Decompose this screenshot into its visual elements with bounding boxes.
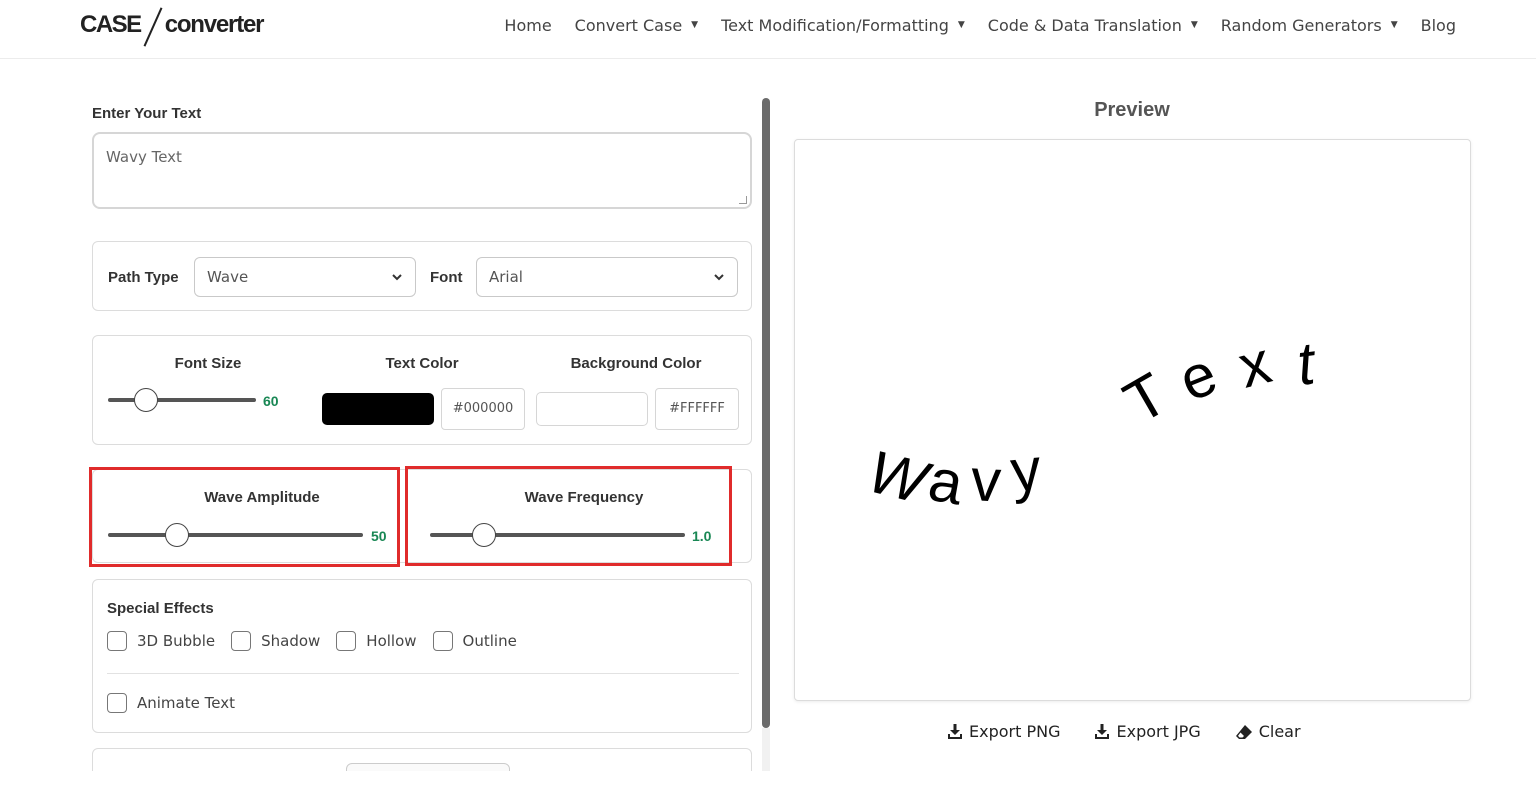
preview-canvas: WavyText xyxy=(794,139,1471,701)
generate-button[interactable] xyxy=(346,763,510,771)
bottom-card xyxy=(92,748,752,771)
effect-label: Shadow xyxy=(261,632,321,650)
wavy-text-render: Wa v yTe x t xyxy=(862,328,1321,517)
nav-item-code-data-translation[interactable]: Code & Data Translation ▼ xyxy=(988,16,1198,35)
text-input-value: Wavy Text xyxy=(106,148,182,166)
nav-item-label: Blog xyxy=(1420,15,1456,35)
bg-color-hex-field[interactable]: #FFFFFF xyxy=(655,388,739,430)
caret-down-icon: ▼ xyxy=(1190,20,1198,30)
animate-text-option[interactable]: Animate Text xyxy=(107,693,235,713)
clear-label: Clear xyxy=(1258,722,1301,741)
font-size-label: Font Size xyxy=(174,355,242,372)
effects-checkbox-row: 3D Bubble Shadow Hollow Outline xyxy=(107,631,533,651)
logo-slash xyxy=(142,5,164,45)
effect-label: Hollow xyxy=(366,632,417,650)
resize-handle-icon[interactable] xyxy=(739,196,747,204)
nav-item-label: Random Generators xyxy=(1220,15,1382,35)
export-actions: Export PNG Export JPG Clear xyxy=(947,722,1335,741)
eraser-icon xyxy=(1235,724,1252,739)
nav-item-label: Code & Data Translation xyxy=(987,15,1182,35)
nav-item-blog[interactable]: Blog xyxy=(1421,16,1456,35)
effect-3d-bubble[interactable]: 3D Bubble xyxy=(107,631,215,651)
nav-item-convert-case[interactable]: Convert Case ▼ xyxy=(575,16,698,35)
font-value: Arial xyxy=(489,268,523,286)
path-type-select[interactable]: Wave xyxy=(194,257,416,297)
wave-amplitude-highlight xyxy=(89,467,400,567)
editor-panel: Enter Your Text Wavy Text Path Type Wave… xyxy=(92,98,754,771)
text-color-hex-value: #000000 xyxy=(452,401,514,416)
font-label: Font xyxy=(430,269,463,286)
preview-letter: e xyxy=(1170,339,1226,414)
logo-case-text: CASE xyxy=(80,11,142,38)
main-nav: Home Convert Case ▼ Text Modification/Fo… xyxy=(481,14,1456,36)
site-header: CASE converter Home Convert Case ▼ Text … xyxy=(0,0,1536,59)
export-jpg-button[interactable]: Export JPG xyxy=(1094,722,1201,741)
wave-frequency-highlight xyxy=(405,466,732,566)
slider-thumb[interactable] xyxy=(134,388,159,412)
font-size-value: 60 xyxy=(263,393,279,409)
special-effects-card: Special Effects 3D Bubble Shadow Hollow … xyxy=(92,579,752,733)
export-png-button[interactable]: Export PNG xyxy=(947,722,1060,741)
chevron-down-icon xyxy=(392,274,402,281)
caret-down-icon: ▼ xyxy=(1390,20,1398,30)
font-size-slider[interactable] xyxy=(108,387,256,413)
effect-label: 3D Bubble xyxy=(137,632,216,650)
preview-title: Preview xyxy=(1094,99,1170,121)
text-input[interactable]: Wavy Text xyxy=(92,132,752,209)
path-type-label: Path Type xyxy=(108,269,179,286)
effect-shadow[interactable]: Shadow xyxy=(231,631,320,651)
preview-letter: v xyxy=(969,446,1002,514)
bg-color-swatch[interactable] xyxy=(536,392,648,426)
export-png-label: Export PNG xyxy=(969,722,1061,741)
nav-item-text-modification[interactable]: Text Modification/Formatting ▼ xyxy=(721,16,965,35)
bg-color-label: Background Color xyxy=(570,355,702,372)
download-icon xyxy=(948,723,962,739)
logo-converter-text: converter xyxy=(164,11,265,38)
text-color-swatch[interactable] xyxy=(322,393,434,425)
export-jpg-label: Export JPG xyxy=(1116,722,1201,741)
effect-outline[interactable]: Outline xyxy=(432,631,517,651)
animate-text-label: Animate Text xyxy=(137,694,235,712)
logo[interactable]: CASE converter xyxy=(80,5,265,45)
nav-item-label: Text Modification/Formatting xyxy=(721,15,949,35)
nav-item-label: Home xyxy=(504,15,552,35)
checkbox[interactable] xyxy=(432,631,453,651)
style-card: Font Size 60 Text Color #000000 Backgrou… xyxy=(92,335,752,445)
checkbox[interactable] xyxy=(336,631,357,651)
checkbox[interactable] xyxy=(107,631,127,651)
path-font-card: Path Type Wave Font Arial xyxy=(92,241,752,311)
editor-scrollbar[interactable] xyxy=(762,98,770,728)
nav-item-label: Convert Case xyxy=(574,15,683,35)
text-color-label: Text Color xyxy=(385,355,459,372)
preview-letter: t xyxy=(1293,329,1320,398)
caret-down-icon: ▼ xyxy=(691,20,699,30)
preview-letter: y xyxy=(1007,435,1044,505)
nav-item-random-generators[interactable]: Random Generators ▼ xyxy=(1221,16,1398,35)
slider-track xyxy=(108,398,256,402)
bg-color-hex-value: #FFFFFF xyxy=(669,401,725,416)
scrollbar-rail[interactable] xyxy=(762,728,770,771)
checkbox[interactable] xyxy=(107,693,127,713)
effect-hollow[interactable]: Hollow xyxy=(336,631,417,651)
nav-item-home[interactable]: Home xyxy=(504,16,551,35)
input-label: Enter Your Text xyxy=(92,105,202,122)
chevron-down-icon xyxy=(714,274,724,281)
path-type-value: Wave xyxy=(207,268,249,286)
preview-letter: x xyxy=(1232,328,1277,400)
text-color-hex-field[interactable]: #000000 xyxy=(441,388,525,430)
font-select[interactable]: Arial xyxy=(476,257,738,297)
checkbox[interactable] xyxy=(231,631,252,651)
clear-button[interactable]: Clear xyxy=(1235,722,1301,741)
caret-down-icon: ▼ xyxy=(957,20,965,30)
download-icon xyxy=(1095,723,1110,739)
divider xyxy=(107,673,739,674)
special-effects-label: Special Effects xyxy=(107,600,214,617)
preview-letter: T xyxy=(1113,360,1178,436)
effect-label: Outline xyxy=(462,632,517,650)
